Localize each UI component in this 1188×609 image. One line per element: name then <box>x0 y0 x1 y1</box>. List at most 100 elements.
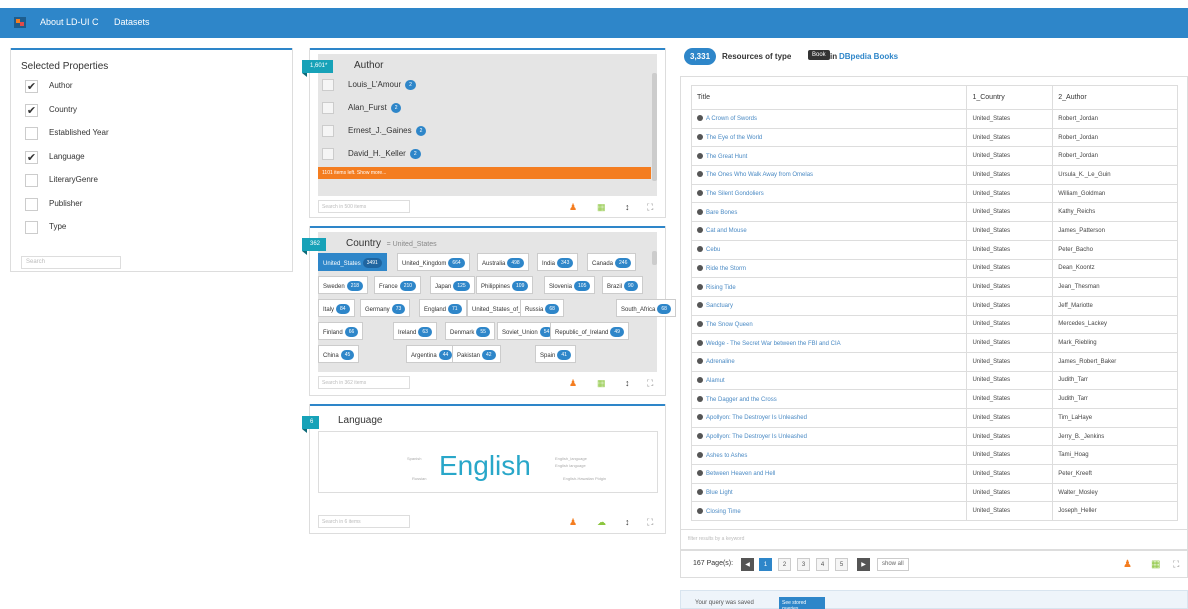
title-cell[interactable]: The Silent Gondoliers <box>690 183 968 204</box>
title-cell[interactable]: Sanctuary <box>690 295 968 316</box>
country-tag[interactable]: South_Africa 68 <box>616 299 676 317</box>
sort-icon[interactable]: ↕ <box>625 516 630 528</box>
sort-icon[interactable]: ↕ <box>625 201 630 213</box>
external-link-icon[interactable] <box>697 283 703 290</box>
country-tag[interactable]: Republic_of_Ireland 49 <box>550 322 629 340</box>
external-link-icon[interactable] <box>697 414 703 421</box>
checkbox[interactable]: ✔ <box>25 103 38 117</box>
country-filter-chip[interactable]: = United_States <box>387 241 437 248</box>
sort-icon[interactable]: ↕ <box>625 377 630 389</box>
external-link-icon[interactable] <box>697 358 703 365</box>
external-link-icon[interactable] <box>697 152 703 159</box>
checkbox[interactable]: ✔ <box>25 80 38 93</box>
cloud-word[interactable]: English-Hawaiian Pidgin <box>563 476 606 481</box>
external-link-icon[interactable] <box>697 470 703 477</box>
checkbox[interactable] <box>322 102 334 114</box>
title-cell[interactable]: Ashes to Ashes <box>690 445 968 466</box>
country-tag[interactable]: Canada 246 <box>587 253 637 271</box>
results-filter-input[interactable]: filter results by a keyword <box>680 529 1188 547</box>
title-link[interactable]: Bare Bones <box>706 210 737 216</box>
title-cell[interactable]: Cebu <box>690 239 968 260</box>
country-tag[interactable]: France 210 <box>374 276 422 294</box>
dataset-link[interactable]: DBpedia Books <box>839 52 898 61</box>
person-icon[interactable]: ♟ <box>569 377 577 389</box>
external-link-icon[interactable] <box>697 489 703 496</box>
country-tag[interactable]: Australia 498 <box>477 253 529 271</box>
country-tag[interactable]: Japan 125 <box>430 276 475 294</box>
last-page-button[interactable]: ▶ <box>857 558 870 571</box>
title-cell[interactable]: The Eye of the World <box>690 127 968 148</box>
external-link-icon[interactable] <box>697 246 703 253</box>
external-link-icon[interactable] <box>697 227 703 234</box>
title-link[interactable]: Alamut <box>706 378 725 384</box>
page-button[interactable]: 3 <box>797 558 810 571</box>
external-link-icon[interactable] <box>697 339 703 346</box>
cloud-word-main[interactable]: English <box>439 450 531 482</box>
author-scrollbar[interactable] <box>652 73 657 181</box>
title-link[interactable]: The Snow Queen <box>706 322 753 328</box>
language-search-input[interactable]: Search in 6 items <box>318 515 410 528</box>
country-tag[interactable]: England 71 <box>419 299 467 317</box>
external-link-icon[interactable] <box>697 302 703 309</box>
cloud-word[interactable]: English language <box>555 463 586 468</box>
title-link[interactable]: Apollyon: The Destroyer Is Unleashed <box>706 415 807 421</box>
country-tag[interactable]: Russia 68 <box>520 299 564 317</box>
title-link[interactable]: A Crown of Swords <box>706 116 757 122</box>
title-cell[interactable]: Apollyon: The Destroyer Is Unleashed <box>690 408 968 428</box>
checkbox[interactable] <box>25 127 38 140</box>
country-tag[interactable]: Germany 73 <box>360 299 411 317</box>
nav-datasets-link[interactable]: Datasets <box>114 17 150 27</box>
fullscreen-icon[interactable]: ⛶ <box>647 377 653 389</box>
country-tag[interactable]: Ireland 63 <box>393 322 437 340</box>
title-cell[interactable]: The Dagger and the Cross <box>690 389 968 409</box>
cloud-word[interactable]: Russian <box>412 476 426 481</box>
see-stored-queries-button[interactable]: See stored queries <box>779 597 825 609</box>
title-cell[interactable]: Wedge - The Secret War between the FBI a… <box>690 333 968 353</box>
checkbox[interactable] <box>322 79 334 91</box>
country-tag[interactable]: Italy 84 <box>318 299 355 317</box>
grid-icon[interactable]: ▦ <box>1151 559 1160 570</box>
country-tag[interactable]: Finland 66 <box>318 322 364 340</box>
title-cell[interactable]: Between Heaven and Hell <box>690 464 968 484</box>
cloud-word[interactable]: English_language <box>555 456 587 461</box>
fullscreen-icon[interactable]: ⛶ <box>1173 559 1179 570</box>
page-button[interactable]: 2 <box>778 558 791 571</box>
external-link-icon[interactable] <box>697 395 703 402</box>
external-link-icon[interactable] <box>697 208 703 215</box>
properties-search-input[interactable]: Search <box>21 256 121 269</box>
title-cell[interactable]: Bare Bones <box>690 202 968 223</box>
first-page-button[interactable]: ◀ <box>741 558 754 571</box>
title-cell[interactable]: The Ones Who Walk Away from Omelas <box>690 165 968 185</box>
title-cell[interactable]: Blue Light <box>690 482 968 503</box>
checkbox[interactable] <box>25 221 38 234</box>
country-scrollbar[interactable] <box>652 251 657 265</box>
country-tag[interactable]: Sweden 218 <box>318 276 369 294</box>
checkbox[interactable] <box>25 174 38 187</box>
country-tag[interactable]: United_States 3491 <box>318 253 387 271</box>
country-search-input[interactable]: Search in 362 items <box>318 376 410 389</box>
title-link[interactable]: Adrenaline <box>706 359 735 365</box>
title-link[interactable]: Closing Time <box>706 509 741 515</box>
country-tag[interactable]: Denmark 55 <box>445 322 495 340</box>
external-link-icon[interactable] <box>697 134 703 141</box>
column-header[interactable]: 2_Author <box>1052 85 1178 110</box>
external-link-icon[interactable] <box>697 433 703 440</box>
fullscreen-icon[interactable]: ⛶ <box>647 516 653 528</box>
title-link[interactable]: The Eye of the World <box>706 135 762 141</box>
title-cell[interactable]: Adrenaline <box>690 351 968 372</box>
country-tag[interactable]: United_Kingdom 664 <box>397 253 470 271</box>
title-link[interactable]: Apollyon: The Destroyer Is Unleashed <box>706 434 807 440</box>
title-cell[interactable]: The Snow Queen <box>690 314 968 335</box>
app-logo-icon[interactable] <box>14 17 26 28</box>
title-link[interactable]: Cebu <box>706 247 720 253</box>
title-cell[interactable]: Rising Tide <box>690 277 968 297</box>
page-button[interactable]: 1 <box>759 558 772 571</box>
cloud-icon[interactable]: ☁ <box>597 516 606 528</box>
title-cell[interactable]: Cat and Mouse <box>690 221 968 241</box>
external-link-icon[interactable] <box>697 320 703 327</box>
title-cell[interactable]: Closing Time <box>690 501 968 522</box>
title-link[interactable]: The Ones Who Walk Away from Omelas <box>706 172 813 178</box>
column-header[interactable]: 1_Country <box>966 85 1054 110</box>
fullscreen-icon[interactable]: ⛶ <box>647 201 653 213</box>
country-tag[interactable]: Brazil 90 <box>602 276 643 294</box>
